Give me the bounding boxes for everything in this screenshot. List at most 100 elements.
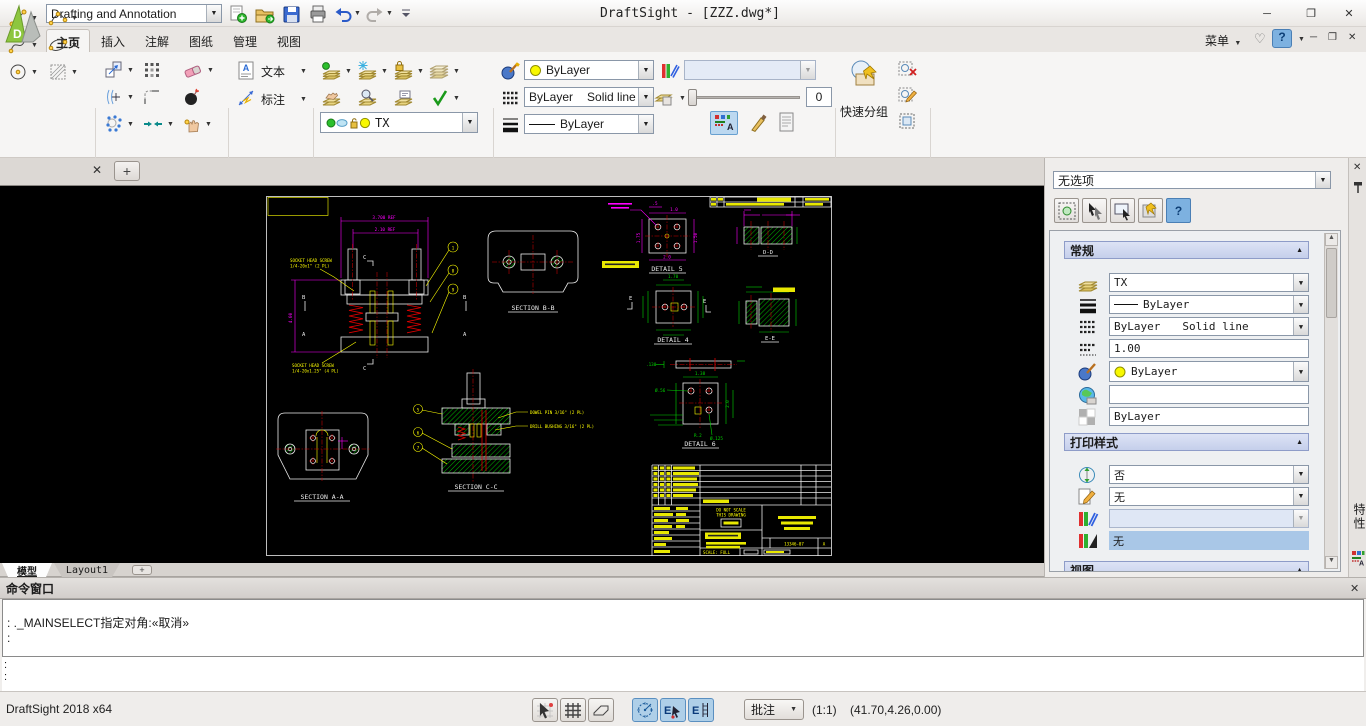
palette-scrollbar[interactable]: ▲ ▼ <box>1324 233 1338 569</box>
undo-dropdown-icon[interactable]: ▼ <box>354 10 361 17</box>
tab-insert[interactable]: 插入 <box>92 29 134 52</box>
help-dropdown-icon[interactable]: ▼ <box>1298 36 1305 43</box>
quick-select-button[interactable] <box>1138 198 1163 223</box>
prop-transparency-input[interactable]: ByLayer <box>1109 407 1309 426</box>
layer-activate-button[interactable] <box>320 87 342 109</box>
text-tool-button[interactable]: A文本▼ <box>236 60 307 82</box>
layer-manager-button[interactable]: ▼ <box>320 60 352 82</box>
polar-toggle[interactable] <box>632 698 658 722</box>
palette-help-button[interactable]: ? <box>1166 198 1191 223</box>
print-button[interactable] <box>308 4 328 24</box>
section-general[interactable]: 常规▲ <box>1064 241 1309 259</box>
layer-lock-button[interactable]: ▼ <box>392 60 424 82</box>
doc-close-button[interactable]: ✕ <box>1348 32 1356 43</box>
format-painter-icon[interactable] <box>748 113 768 133</box>
group-toggle-button[interactable] <box>898 112 918 130</box>
command-input-area[interactable]: : : <box>2 657 1364 691</box>
help-button[interactable]: ? <box>1272 29 1292 48</box>
select-matching-button[interactable] <box>1082 198 1107 223</box>
lineweight-slider-track[interactable] <box>688 96 800 99</box>
lineweight-combo[interactable]: ByLayer ▼ <box>524 114 654 134</box>
section-view[interactable]: 视图▲ <box>1064 561 1309 572</box>
chevron-down-icon[interactable]: ▼ <box>1315 172 1330 188</box>
prop-linestyle-combo[interactable]: ByLayerSolid line▼ <box>1109 317 1309 336</box>
layer-states-button[interactable]: ▼ <box>430 87 460 109</box>
prop-hyperlink-input[interactable] <box>1109 385 1309 404</box>
command-history[interactable]: : ._MAINSELECT指定对角:«取消» : <box>2 599 1364 657</box>
pattern-tool-button[interactable] <box>142 60 162 80</box>
explode-tool-button[interactable] <box>182 87 202 107</box>
open-file-button[interactable] <box>254 5 275 24</box>
favorites-heart-icon[interactable]: ♡ <box>1254 31 1266 47</box>
grid-toggle[interactable] <box>560 698 586 722</box>
prop-color-combo[interactable]: ByLayer▼ <box>1109 361 1309 382</box>
prop-lineweight-combo[interactable]: ByLayer▼ <box>1109 295 1309 314</box>
edit-group-button[interactable] <box>898 86 918 104</box>
erase-tool-button[interactable]: ▼ <box>182 60 214 80</box>
redo-button[interactable] <box>366 5 384 23</box>
linestyle-combo[interactable]: ByLayer Solid line ▼ <box>524 87 654 107</box>
palette-close-icon[interactable]: ✕ <box>1353 162 1361 173</box>
ortho-toggle[interactable] <box>588 698 614 722</box>
drawing-canvas[interactable]: 3.700 REF 2.10 REF 4.00 C C B A B A 1 8 … <box>0 186 1044 563</box>
scroll-up-icon[interactable]: ▲ <box>1325 233 1338 246</box>
doc-restore-button[interactable]: ❐ <box>1328 32 1337 43</box>
tab-manage[interactable]: 管理 <box>224 29 266 52</box>
layer-preview-button[interactable] <box>356 87 378 109</box>
minimize-button[interactable]: ─ <box>1252 6 1282 22</box>
properties-paper-icon[interactable] <box>778 112 795 133</box>
tab-annotate[interactable]: 注解 <box>136 29 178 52</box>
doc-minimize-button[interactable]: ─ <box>1310 32 1317 43</box>
print-style-combo[interactable]: 无▼ <box>1109 487 1309 506</box>
chevron-down-icon[interactable]: ▼ <box>638 88 653 106</box>
restore-button[interactable]: ❐ <box>1296 6 1326 22</box>
command-window-close-icon[interactable]: ✕ <box>1350 582 1359 595</box>
print-assigned-field-selected[interactable]: 无 <box>1109 531 1309 550</box>
selection-filter-combo[interactable]: 无选项 ▼ <box>1053 171 1331 189</box>
ellipse-tool-button[interactable]: ▼ <box>48 35 78 55</box>
esnap-toggle[interactable]: E <box>660 698 686 722</box>
layer-freeze-button[interactable]: ▼ <box>356 60 388 82</box>
ungroup-button[interactable] <box>898 60 918 78</box>
redo-dropdown-icon[interactable]: ▼ <box>386 10 393 17</box>
palette-side-tab[interactable]: 特性 <box>1351 503 1366 531</box>
array-tool-button[interactable]: ▼ <box>104 114 134 134</box>
split-tool-button[interactable]: ▼ <box>104 87 134 107</box>
tab-view[interactable]: 视图 <box>268 29 310 52</box>
move-tool-button[interactable]: ▼ <box>104 60 134 80</box>
chevron-down-icon[interactable]: ▼ <box>638 61 653 79</box>
select-window-button[interactable] <box>1110 198 1135 223</box>
scroll-down-icon[interactable]: ▼ <box>1325 556 1338 569</box>
print-flip-combo[interactable]: 否▼ <box>1109 465 1309 484</box>
tab-model[interactable]: 模型 <box>2 563 52 577</box>
circle-tool-button[interactable]: ▼ <box>8 62 38 82</box>
join-tool-button[interactable]: ▼ <box>142 114 174 134</box>
dimension-tool-button[interactable]: 标注▼ <box>236 88 307 110</box>
menu-button[interactable]: 菜单 ▼ <box>1205 32 1241 49</box>
annotation-scale-button[interactable]: A <box>710 111 738 135</box>
lineweight-slider-handle[interactable] <box>688 89 697 106</box>
section-print-style[interactable]: 打印样式▲ <box>1064 433 1309 451</box>
prop-layer-combo[interactable]: TX▼ <box>1109 273 1309 292</box>
scrollbar-thumb[interactable] <box>1326 248 1337 318</box>
lineweight-scale-button[interactable]: ▼ <box>654 88 686 108</box>
layers-all-button[interactable]: ▼ <box>428 60 460 82</box>
tab-layout1[interactable]: Layout1 <box>54 563 120 577</box>
linecolor-combo[interactable]: ByLayer ▼ <box>524 60 654 80</box>
hatch-tool-button[interactable]: ▼ <box>48 62 78 82</box>
lineweight-slider-value[interactable]: 0 <box>806 87 832 107</box>
smart-pointer-toggle[interactable] <box>532 698 558 722</box>
new-file-button[interactable] <box>228 5 248 24</box>
annotation-scale-combo[interactable]: 批注▼ <box>744 699 804 720</box>
customize-qat-icon[interactable] <box>400 8 412 20</box>
chevron-down-icon[interactable]: ▼ <box>638 115 653 133</box>
select-entities-button[interactable] <box>1054 198 1079 223</box>
chevron-down-icon[interactable]: ▼ <box>206 5 221 22</box>
save-button[interactable] <box>282 5 301 24</box>
close-button[interactable]: ✕ <box>1334 6 1364 22</box>
tab-sheet[interactable]: 图纸 <box>180 29 222 52</box>
quick-group-label[interactable]: 快速分组 <box>830 103 898 120</box>
undo-button[interactable] <box>334 5 352 23</box>
quick-group-button[interactable] <box>846 58 882 92</box>
new-sheet-tab-button[interactable]: + <box>132 565 152 575</box>
